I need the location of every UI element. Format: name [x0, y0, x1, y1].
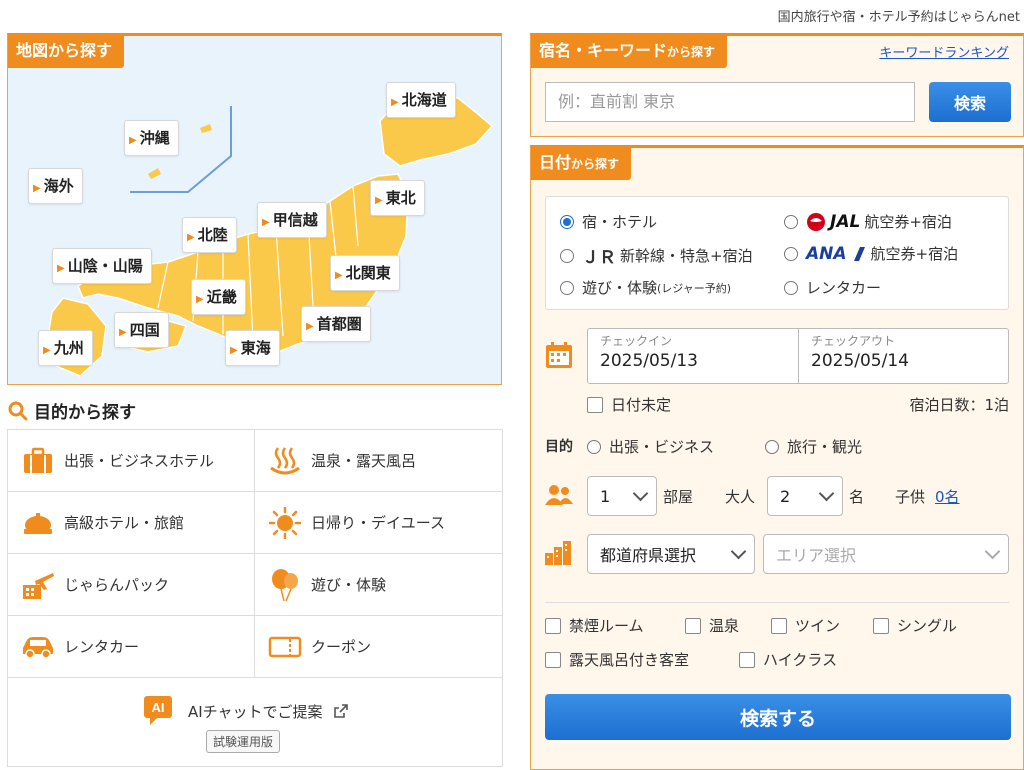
- region-shikoku[interactable]: ▶ 四国: [114, 312, 169, 348]
- people-icon: [545, 485, 573, 505]
- external-link-icon: [333, 704, 348, 718]
- option-twin[interactable]: ツイン: [771, 615, 840, 636]
- ai-chat-icon: AI: [144, 696, 172, 725]
- checkout-field[interactable]: チェックアウト 2025/05/14: [799, 329, 1009, 383]
- purpose-travel-radio[interactable]: 旅行・観光: [765, 436, 862, 457]
- region-koshinetsu[interactable]: ▶ 甲信越: [257, 202, 327, 238]
- region-okinawa[interactable]: ▶ 沖縄: [124, 120, 179, 156]
- purpose-rental-car[interactable]: レンタカー: [8, 616, 255, 678]
- purpose-coupon[interactable]: クーポン: [255, 616, 502, 678]
- jal-logo: JAL: [830, 211, 861, 232]
- region-hokkaido[interactable]: ▶ 北海道: [386, 82, 456, 118]
- type-jr-radio[interactable]: ＪＲ 新幹線・特急+宿泊: [560, 243, 753, 268]
- children-label: 子供: [895, 488, 926, 506]
- ai-chat-area: AI AIチャットでご提案 試験運用版: [8, 680, 502, 766]
- purpose-grid: 出張・ビジネスホテル 温泉・露天風呂 高級ホテル・旅館 日帰り・デイユース じゃ…: [7, 429, 503, 767]
- trial-badge: 試験運用版: [206, 730, 281, 753]
- region-hokuriku[interactable]: ▶ 北陸: [182, 217, 237, 253]
- keyword-section-title: 宿名・キーワードから探す: [531, 36, 728, 68]
- purpose-day-use[interactable]: 日帰り・デイユース: [255, 492, 502, 554]
- region-tohoku[interactable]: ▶ 東北: [370, 180, 425, 216]
- ana-stripe-icon: [853, 246, 865, 261]
- jr-logo: ＪＲ: [582, 248, 616, 268]
- region-overseas[interactable]: ▶ 海外: [28, 168, 83, 204]
- hot-spring-icon: [267, 443, 303, 479]
- jal-crane-icon: [807, 212, 825, 231]
- option-nonsmoking[interactable]: 禁煙ルーム: [545, 615, 644, 636]
- search-type-selector: 宿・ホテル JAL 航空券+宿泊 ＪＲ 新幹線・特急+宿泊 ANA 航空券+宿泊…: [545, 196, 1009, 310]
- area-icon: [545, 541, 571, 565]
- region-kyushu[interactable]: ▶ 九州: [38, 330, 93, 366]
- balloon-icon: [267, 567, 303, 603]
- ana-logo: ANA: [806, 243, 847, 264]
- option-high-class[interactable]: ハイクラス: [739, 649, 837, 670]
- rooms-select[interactable]: 1: [587, 476, 657, 516]
- search-icon: [8, 401, 28, 420]
- calendar-icon: [546, 342, 572, 368]
- option-onsen[interactable]: 温泉: [685, 615, 739, 636]
- region-shutoken[interactable]: ▶ 首都圏: [301, 306, 371, 342]
- checkin-field[interactable]: チェックイン 2025/05/13: [588, 329, 798, 383]
- region-kinki[interactable]: ▶ 近畿: [191, 279, 246, 315]
- search-submit-button[interactable]: 検索する: [545, 694, 1011, 740]
- site-tagline: 国内旅行や宿・ホテル予約はじゃらんnet: [777, 10, 1020, 25]
- purpose-business-hotel[interactable]: 出張・ビジネスホテル: [8, 430, 255, 492]
- sun-icon: [267, 505, 303, 541]
- purpose-luxury-hotel[interactable]: 高級ホテル・旅館: [8, 492, 255, 554]
- adults-unit: 名: [849, 488, 865, 506]
- keyword-search-section: 宿名・キーワードから探す キーワードランキング 例：直前割 東京 検索: [530, 33, 1024, 137]
- type-leisure-radio[interactable]: 遊び・体験 (レジャー予約): [560, 277, 731, 298]
- purpose-business-radio[interactable]: 出張・ビジネス: [587, 436, 714, 457]
- option-open-air-bath-room[interactable]: 露天風呂付き客室: [545, 649, 689, 670]
- region-sanin-sanyo[interactable]: ▶ 山陰・山陽: [52, 248, 152, 284]
- purpose-label: 目的: [545, 439, 573, 455]
- adults-label: 大人: [725, 488, 756, 506]
- section-divider: [545, 602, 1009, 603]
- date-section-title: 日付から探す: [531, 148, 632, 180]
- area-select[interactable]: エリア選択: [763, 534, 1009, 574]
- type-jal-radio[interactable]: JAL 航空券+宿泊: [784, 211, 952, 232]
- adults-select[interactable]: 2: [767, 476, 843, 516]
- type-hotel-radio[interactable]: 宿・ホテル: [560, 211, 657, 232]
- map-section: 地図から探す ▶ 北海道 ▶ 沖縄 ▶ 海外 ▶ 東北 ▶ 甲信越 ▶ 北陸 ▶ 山陰・山陽 …: [7, 33, 502, 385]
- keyword-search-button[interactable]: 検索: [929, 82, 1011, 122]
- keyword-ranking-link[interactable]: キーワードランキング: [879, 42, 1009, 61]
- region-tokai[interactable]: ▶ 東海: [225, 330, 280, 366]
- radio-selected: [560, 214, 574, 229]
- prefecture-select[interactable]: 都道府県選択: [587, 534, 755, 574]
- option-single[interactable]: シングル: [873, 615, 957, 636]
- map-section-title: 地図から探す: [8, 36, 125, 68]
- date-search-section: 日付から探す 宿・ホテル JAL 航空券+宿泊 ＪＲ 新幹線・特急+宿泊 ANA…: [530, 145, 1024, 770]
- rooms-unit: 部屋: [663, 488, 694, 506]
- nights-count: 宿泊日数：1泊: [909, 396, 1009, 414]
- keyword-search-input[interactable]: 例：直前割 東京: [545, 82, 915, 122]
- date-undecided-checkbox[interactable]: 日付未定: [587, 394, 671, 415]
- purpose-hot-spring[interactable]: 温泉・露天風呂: [255, 430, 502, 492]
- type-rentacar-radio[interactable]: レンタカー: [784, 277, 881, 298]
- purpose-section-title: 目的から探す: [8, 398, 136, 423]
- svg-text:AI: AI: [152, 700, 165, 715]
- purpose-jalan-pack[interactable]: じゃらんパック: [8, 554, 255, 616]
- briefcase-icon: [20, 443, 56, 479]
- region-kitakanto[interactable]: ▶ 北関東: [330, 255, 400, 291]
- car-icon: [20, 629, 56, 665]
- ai-chat-link[interactable]: AI AIチャットでご提案: [144, 696, 349, 726]
- crown-icon: [20, 505, 56, 541]
- date-range-picker[interactable]: チェックイン 2025/05/13 チェックアウト 2025/05/14: [587, 328, 1009, 384]
- purpose-activities[interactable]: 遊び・体験: [255, 554, 502, 616]
- coupon-icon: [267, 629, 303, 665]
- children-count-link[interactable]: 0名: [935, 486, 960, 507]
- type-ana-radio[interactable]: ANA 航空券+宿泊: [784, 243, 958, 264]
- plane-hotel-icon: [20, 567, 56, 603]
